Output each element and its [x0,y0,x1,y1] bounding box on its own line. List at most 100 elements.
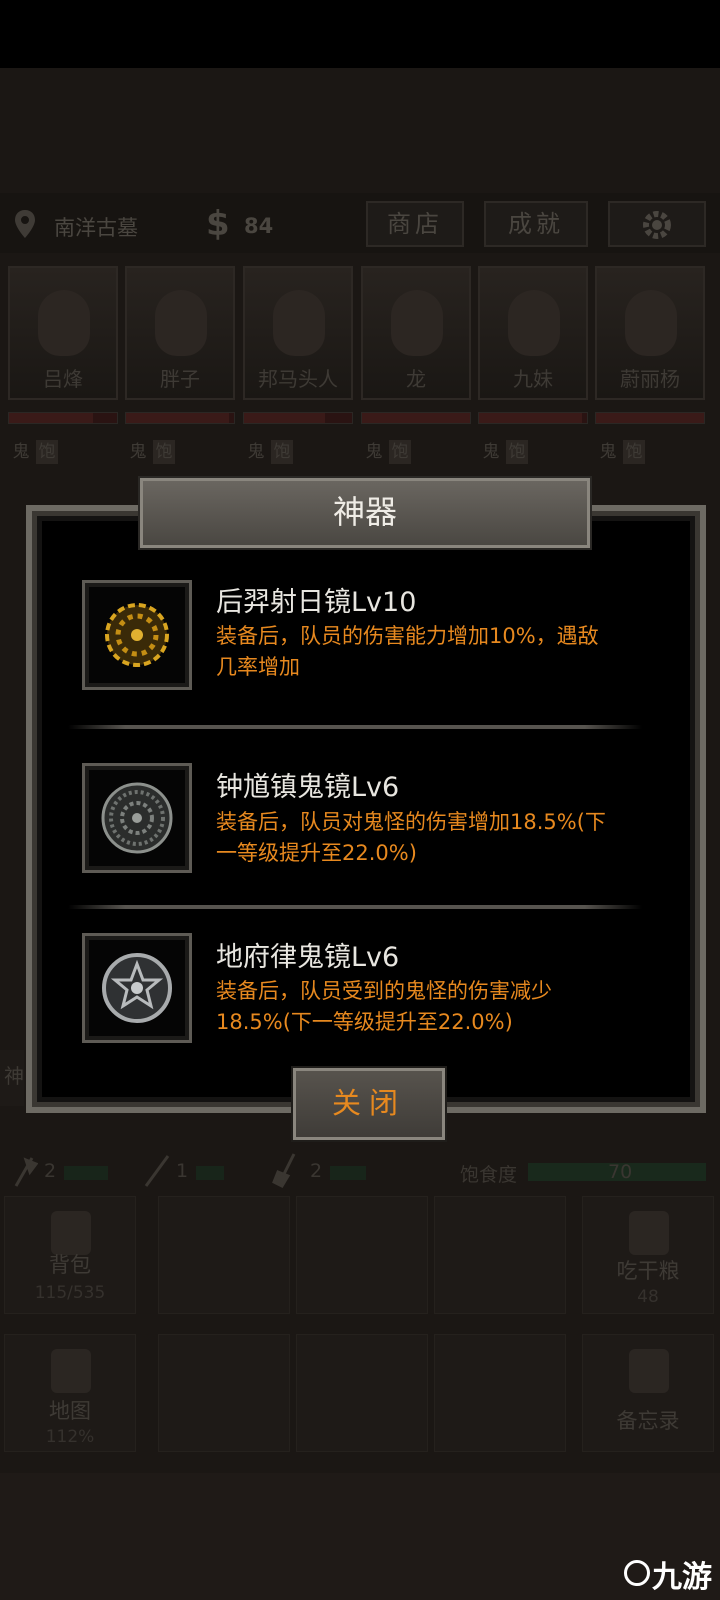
map-label: 地图 [49,1399,91,1423]
party-member-name: 龙 [406,367,426,391]
map-percent: 112% [45,1427,95,1447]
empty-slot [296,1196,428,1314]
gold-mirror-icon [105,603,169,667]
party-member-portrait[interactable]: 吕烽 [8,266,118,400]
ghost-status-tag: 鬼 [482,442,500,462]
artifact-desc-line: 装备后，队员的伤害能力增加10%，遇敌 [216,624,599,648]
dollar-icon: $ [206,204,230,244]
artifact-name: 钟馗镇鬼镜Lv6 [216,772,400,803]
eat-count: 48 [637,1287,659,1307]
watermark-logo-icon [624,1560,650,1586]
party-member-name: 吕烽 [43,367,83,391]
empty-slot [158,1196,290,1314]
artifact-icon-frame[interactable] [82,580,192,690]
shovel-bar [330,1166,366,1180]
map-button[interactable]: 地图 112% [4,1334,136,1452]
memo-label: 备忘录 [616,1409,680,1433]
close-button[interactable]: 关闭 [293,1068,445,1140]
health-bar [478,412,588,424]
ghost-status-tag: 鬼 [365,442,383,462]
ghost-status-tag: 鬼 [12,442,30,462]
shovel-count: 2 [310,1160,323,1182]
food-sack-icon [629,1211,669,1255]
party-member-portrait[interactable]: 邦马头人 [243,266,353,400]
divider [68,725,642,729]
divider [68,905,642,909]
health-bar-fill [244,413,325,423]
party-member-portrait[interactable]: 龙 [361,266,471,400]
artifact-desc-line: 装备后，队员对鬼怪的伤害增加18.5%(下 [216,810,606,834]
artifact-desc-line: 装备后，队员受到的鬼怪的伤害减少 [216,979,552,1003]
full-status-tag: 饱 [623,440,645,464]
artifact-icon-frame[interactable] [82,933,192,1043]
memo-button[interactable]: 备忘录 [582,1334,714,1452]
artifact-desc-line: 一等级提升至22.0%) [216,841,417,865]
watermark-text: 九游 [652,1560,712,1595]
settings-button[interactable] [608,201,706,247]
bottom-bar [0,1473,720,1600]
notebook-icon [629,1349,669,1393]
party-member-portrait[interactable]: 九妹 [478,266,588,400]
axe-bar [64,1166,108,1180]
bag-count: 115/535 [34,1283,106,1303]
health-bar-fill [9,413,94,423]
party-member-name: 九妹 [513,367,553,391]
health-bar [243,412,353,424]
side-tab[interactable]: 神 [0,1050,24,1106]
shovel-icon [272,1153,296,1188]
party-member-name: 胖子 [160,367,200,391]
achievements-button[interactable]: 成就 [484,201,588,247]
artifact-name: 后羿射日镜Lv10 [216,587,417,618]
empty-slot [158,1334,290,1452]
health-bar [125,412,235,424]
bronze-mirror-icon [101,782,173,854]
portrait-face [273,290,325,356]
empty-slot [434,1196,566,1314]
full-status-tag: 饱 [36,440,58,464]
empty-slot [434,1334,566,1452]
health-bar-fill [479,413,582,423]
status-bar [0,0,720,68]
map-icon [51,1349,91,1393]
health-bar-fill [596,413,704,423]
satiety-label: 饱食度 [460,1164,518,1186]
artifact-icon-frame[interactable] [82,763,192,873]
full-status-tag: 饱 [506,440,528,464]
gear-icon [643,211,671,239]
health-bar-fill [362,413,470,423]
eat-button[interactable]: 吃干粮 48 [582,1196,714,1314]
dialog-title: 神器 [140,478,590,548]
portrait-face [508,290,560,356]
party-member-name: 邦马头人 [258,367,338,391]
portrait-face [155,290,207,356]
health-bar [361,412,471,424]
axe-count: 2 [44,1160,57,1182]
location-name: 南洋古墓 [54,216,138,240]
portrait-face [38,290,90,356]
ghost-status-tag: 鬼 [247,442,265,462]
empty-slot [296,1334,428,1452]
full-status-tag: 饱 [389,440,411,464]
ghost-status-tag: 鬼 [599,442,617,462]
party-member-name: 蔚丽杨 [620,367,680,391]
satiety-value: 70 [608,1161,633,1183]
bag-label: 背包 [49,1253,91,1277]
map-pin-icon [15,210,35,238]
full-status-tag: 饱 [153,440,175,464]
health-bar-fill [126,413,229,423]
health-bar [595,412,705,424]
portrait-face [625,290,677,356]
eat-label: 吃干粮 [616,1259,680,1283]
party-member-portrait[interactable]: 蔚丽杨 [595,266,705,400]
silver-mirror-icon [102,953,172,1023]
rope-count: 1 [176,1160,189,1182]
ghost-status-tag: 鬼 [129,442,147,462]
full-status-tag: 饱 [271,440,293,464]
axe-icon [14,1157,38,1187]
rope-icon [144,1155,170,1187]
party-member-portrait[interactable]: 胖子 [125,266,235,400]
shop-button[interactable]: 商店 [366,201,464,247]
health-bar [8,412,118,424]
rope-bar [196,1166,224,1180]
bag-button[interactable]: 背包 115/535 [4,1196,136,1314]
